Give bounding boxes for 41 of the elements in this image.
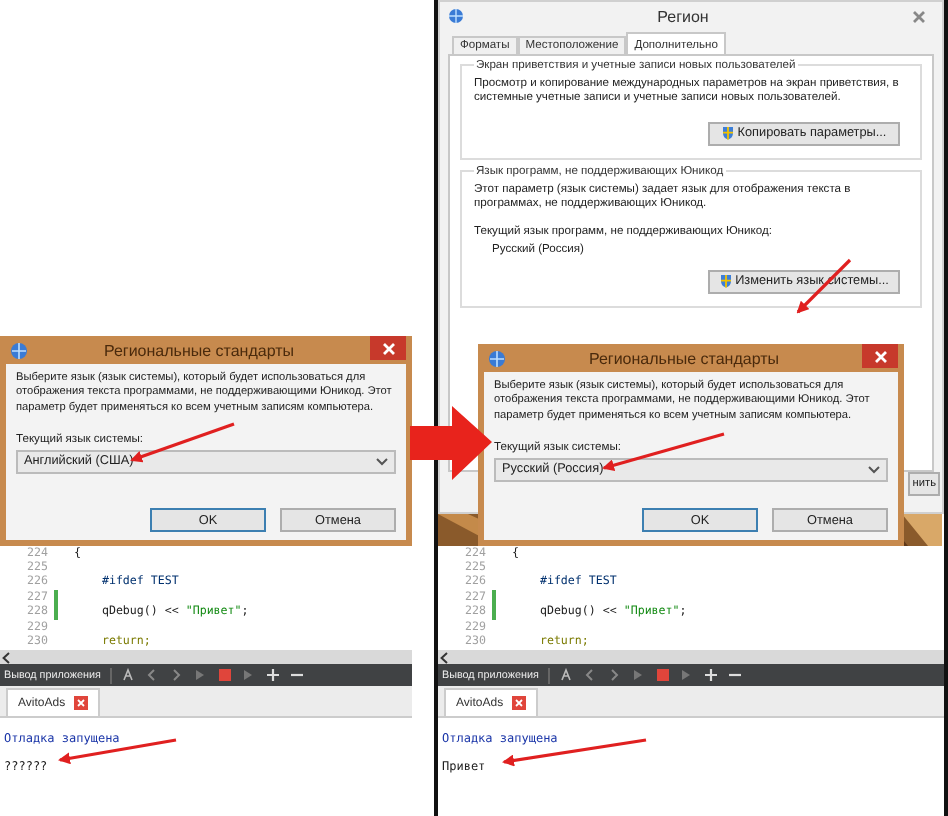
close-icon [871, 347, 889, 365]
globe-icon [488, 349, 506, 367]
stop-icon[interactable] [218, 668, 233, 682]
close-icon [511, 696, 526, 710]
plus-icon[interactable] [704, 668, 719, 682]
left-caret-icon [440, 651, 448, 663]
scrollbar[interactable] [438, 650, 944, 664]
play-icon[interactable] [194, 668, 209, 682]
text-icon[interactable] [560, 668, 575, 682]
close-button[interactable] [73, 696, 88, 710]
scrollbar[interactable] [0, 650, 412, 664]
stop-icon[interactable] [656, 668, 671, 682]
close-icon [379, 339, 397, 357]
right-caret-icon[interactable] [170, 668, 185, 682]
text-icon[interactable] [122, 668, 137, 682]
shield-icon [719, 274, 732, 289]
close-button[interactable] [511, 696, 526, 710]
close-button[interactable] [862, 344, 898, 368]
close-button[interactable] [370, 336, 406, 360]
left-caret-icon[interactable] [146, 668, 161, 682]
chevron-down-icon [868, 465, 880, 474]
window-title: Регион [655, 7, 711, 26]
annotation-arrow [58, 738, 177, 765]
shield-icon [721, 126, 734, 141]
chevron-down-icon [376, 457, 388, 466]
play-icon[interactable] [680, 668, 695, 682]
globe-icon [448, 8, 464, 25]
right-caret-icon[interactable] [608, 668, 623, 682]
close-icon [73, 696, 88, 710]
globe-icon [10, 341, 28, 359]
left-caret-icon[interactable] [584, 668, 599, 682]
minus-icon[interactable] [728, 668, 743, 682]
play-icon[interactable] [242, 668, 257, 682]
play-icon[interactable] [632, 668, 647, 682]
pointer-arrow [410, 406, 492, 480]
window-title: Региональные стандарты [586, 349, 782, 367]
minus-icon[interactable] [290, 668, 305, 682]
window-title: Региональные стандарты [101, 341, 297, 359]
close-icon [909, 7, 927, 26]
plus-icon[interactable] [266, 668, 281, 682]
left-caret-icon [2, 651, 10, 663]
